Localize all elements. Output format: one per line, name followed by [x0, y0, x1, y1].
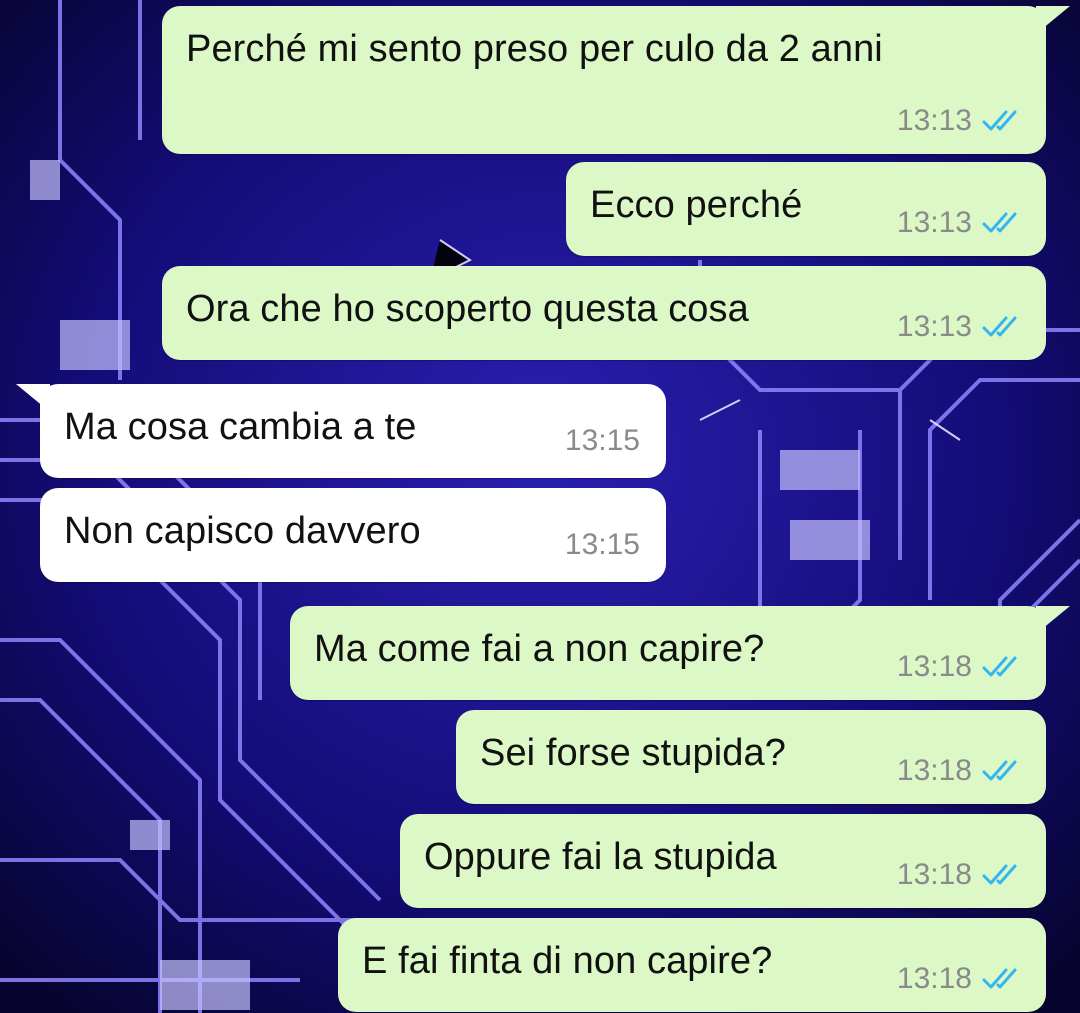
message-bubble-outgoing[interactable]: Ora che ho scoperto questa cosa 13:13: [162, 266, 1046, 360]
message-bubble-outgoing[interactable]: E fai finta di non capire? 13:18: [338, 918, 1046, 1012]
double-check-read-icon: [982, 760, 1017, 781]
double-check-read-icon: [982, 110, 1017, 131]
message-bubble-incoming[interactable]: Ma cosa cambia a te 13:15: [16, 384, 666, 478]
message-text: Oppure fai la stupida: [424, 836, 777, 878]
message-time: 13:15: [564, 528, 640, 561]
message-text: Ora che ho scoperto questa cosa: [186, 288, 749, 330]
double-check-read-icon: [982, 864, 1017, 885]
message-time: 13:18: [896, 754, 972, 787]
message-meta: 13:18: [897, 754, 1022, 788]
message-text: E fai finta di non capire?: [362, 940, 773, 982]
message-meta: 13:15: [565, 424, 640, 458]
message-text: Ecco perché: [590, 184, 803, 226]
message-meta: 13:13: [897, 104, 1022, 138]
message-time: 13:18: [896, 858, 972, 891]
message-meta: 13:18: [897, 962, 1022, 996]
double-check-read-icon: [982, 968, 1017, 989]
message-time: 13:13: [896, 206, 972, 239]
message-meta: 13:18: [897, 858, 1022, 892]
message-text: Sei forse stupida?: [480, 732, 786, 774]
message-meta: 13:13: [897, 206, 1022, 240]
double-check-read-icon: [982, 316, 1017, 337]
message-time: 13:18: [896, 962, 972, 995]
message-meta: 13:18: [897, 650, 1022, 684]
message-text: Perché mi sento preso per culo da 2 anni: [186, 28, 883, 70]
message-meta: 13:13: [897, 310, 1022, 344]
message-meta: 13:15: [565, 528, 640, 562]
message-time: 13:13: [896, 104, 972, 137]
message-bubble-outgoing[interactable]: Ma come fai a non capire? 13:18: [290, 606, 1070, 700]
message-bubble-outgoing[interactable]: Sei forse stupida? 13:18: [456, 710, 1046, 804]
double-check-read-icon: [982, 656, 1017, 677]
message-text: Non capisco davvero: [64, 510, 421, 552]
message-text: Ma cosa cambia a te: [64, 406, 417, 448]
double-check-read-icon: [982, 212, 1017, 233]
message-time: 13:13: [896, 310, 972, 343]
message-text: Ma come fai a non capire?: [314, 628, 765, 670]
message-bubble-outgoing[interactable]: Ecco perché 13:13: [566, 162, 1046, 256]
message-bubble-outgoing[interactable]: Perché mi sento preso per culo da 2 anni…: [162, 6, 1070, 154]
message-bubble-incoming[interactable]: Non capisco davvero 13:15: [40, 488, 666, 582]
message-time: 13:18: [896, 650, 972, 683]
message-time: 13:15: [564, 424, 640, 457]
message-bubble-outgoing[interactable]: Oppure fai la stupida 13:18: [400, 814, 1046, 908]
